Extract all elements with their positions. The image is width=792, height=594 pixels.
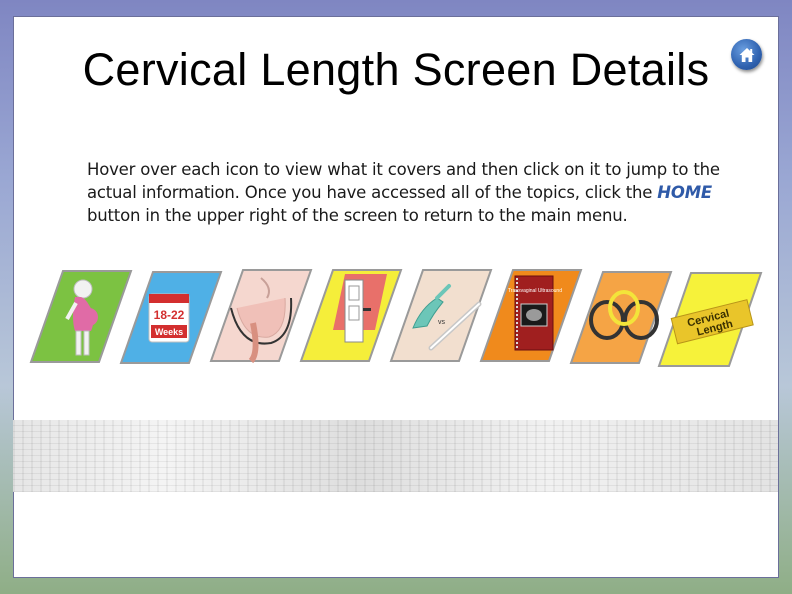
open-door-icon bbox=[299, 269, 403, 362]
book-title: Transvaginal Ultrasound bbox=[508, 288, 562, 294]
topic-cerclage[interactable] bbox=[569, 270, 673, 364]
topic-cervical-length[interactable]: Cervical Length bbox=[657, 271, 763, 367]
page-title: Cervical Length Screen Details bbox=[82, 44, 710, 95]
cervix-anatomy-icon bbox=[209, 269, 313, 364]
measuring-tape-icon: Cervical Length bbox=[657, 272, 763, 367]
gloved-hand-vs-probe-icon: vs bbox=[389, 269, 493, 362]
home-keyword: HOME bbox=[657, 182, 712, 202]
home-icon bbox=[739, 47, 754, 62]
topic-entrance[interactable] bbox=[299, 268, 403, 362]
decorative-wood-banner bbox=[13, 420, 778, 492]
comparison-vs-label: vs bbox=[438, 319, 446, 326]
topic-transvaginal-ultrasound[interactable]: Transvaginal Ultrasound bbox=[479, 268, 583, 362]
topic-exam-vs-ultrasound[interactable]: vs bbox=[389, 268, 493, 362]
calendar-icon: 18-22 Weeks bbox=[119, 271, 223, 364]
calendar-weeks-number: 18-22 bbox=[154, 308, 185, 322]
topic-gestational-age[interactable]: 18-22 Weeks bbox=[119, 270, 223, 364]
instructions-part1: Hover over each icon to view what it cov… bbox=[87, 159, 720, 202]
instructions-text: Hover over each icon to view what it cov… bbox=[87, 158, 727, 227]
home-button[interactable] bbox=[731, 39, 762, 70]
topic-cervix-anatomy[interactable] bbox=[209, 268, 313, 364]
ultrasound-book-icon: Transvaginal Ultrasound bbox=[479, 269, 583, 362]
instructions-part2: button in the upper right of the screen … bbox=[87, 205, 628, 225]
topic-pregnancy[interactable] bbox=[29, 269, 133, 363]
calendar-weeks-label: Weeks bbox=[155, 327, 183, 337]
pregnant-figure-icon bbox=[29, 270, 133, 363]
cerclage-rings-icon bbox=[569, 271, 673, 364]
